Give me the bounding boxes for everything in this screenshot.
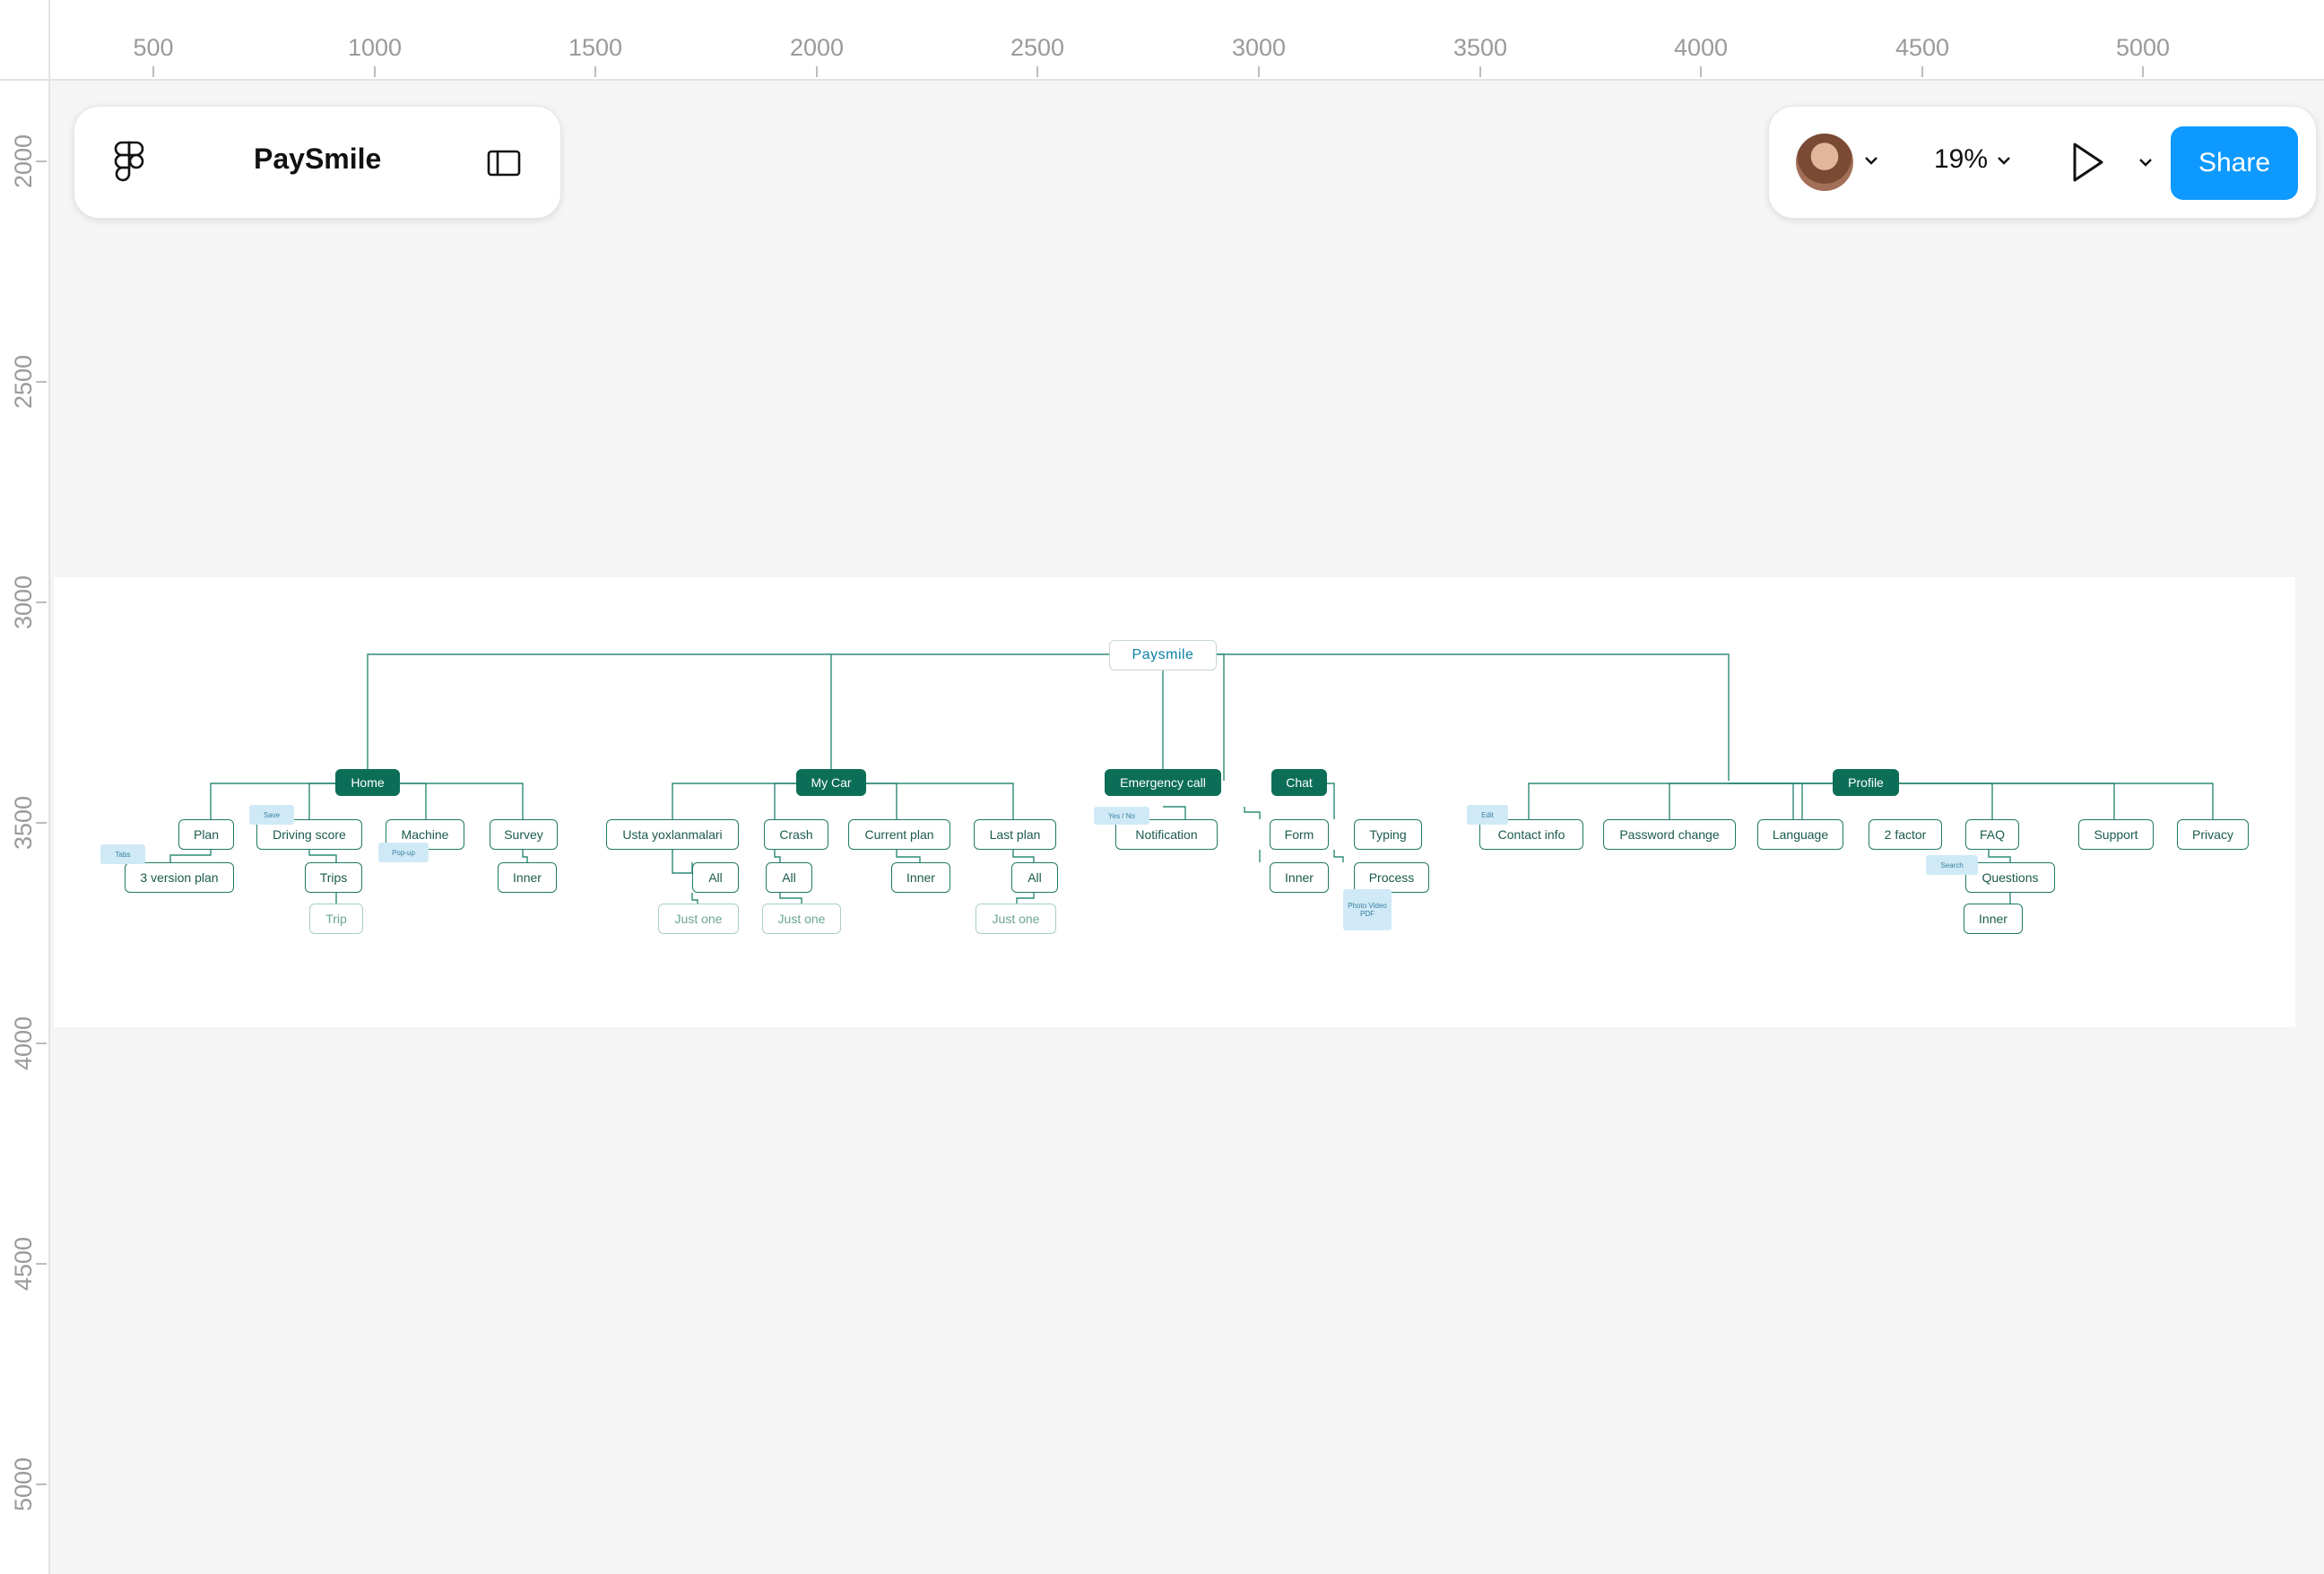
- node-2-factor[interactable]: 2 factor: [1869, 819, 1942, 850]
- ruler-tick: 4500: [1873, 34, 1972, 77]
- node-3-version-plan[interactable]: 3 version plan: [125, 862, 234, 893]
- zoom-level[interactable]: 19%: [1934, 144, 1988, 175]
- node-last-plan[interactable]: Last plan: [974, 819, 1056, 850]
- node-survey-inner[interactable]: Inner: [498, 862, 557, 893]
- node-usta-yoxlanmalari[interactable]: Usta yoxlanmalari: [606, 819, 739, 850]
- note-edit[interactable]: Edit: [1467, 805, 1508, 825]
- node-language[interactable]: Language: [1757, 819, 1843, 850]
- node-crash-just-one[interactable]: Just one: [762, 904, 841, 934]
- node-survey[interactable]: Survey: [490, 819, 558, 850]
- vertical-ruler: 2000 2500 3000 3500 4000 4500 5000: [0, 0, 50, 1574]
- chevron-down-icon[interactable]: [2137, 153, 2155, 171]
- file-panel: PaySmile: [74, 106, 561, 219]
- ruler-corner: [0, 0, 50, 81]
- share-button[interactable]: Share: [2171, 126, 2298, 200]
- node-faq[interactable]: FAQ: [1965, 819, 2019, 850]
- note-yes-no[interactable]: Yes / No: [1094, 807, 1149, 825]
- node-trip[interactable]: Trip: [309, 904, 363, 934]
- section-profile[interactable]: Profile: [1833, 769, 1899, 796]
- node-privacy[interactable]: Privacy: [2177, 819, 2249, 850]
- file-title[interactable]: PaySmile: [254, 143, 381, 176]
- node-current-plan[interactable]: Current plan: [848, 819, 950, 850]
- horizontal-ruler: 500 1000 1500 2000 2500 3000 3500 4000 4…: [0, 0, 2324, 81]
- node-usta-all[interactable]: All: [692, 862, 739, 893]
- node-current-inner[interactable]: Inner: [891, 862, 950, 893]
- section-home[interactable]: Home: [335, 769, 400, 796]
- node-support[interactable]: Support: [2078, 819, 2154, 850]
- ruler-tick: 4000: [1652, 34, 1750, 77]
- section-chat[interactable]: Chat: [1271, 769, 1327, 796]
- section-emergency-call[interactable]: Emergency call: [1105, 769, 1221, 796]
- node-questions[interactable]: Questions: [1965, 862, 2055, 893]
- note-save[interactable]: Save: [249, 805, 294, 825]
- node-crash-all[interactable]: All: [766, 862, 812, 893]
- node-crash[interactable]: Crash: [764, 819, 828, 850]
- ruler-tick: 3000: [1210, 34, 1308, 77]
- section-my-car[interactable]: My Car: [796, 769, 866, 796]
- toolbar-panel: 19% Share: [1768, 106, 2317, 219]
- note-search[interactable]: Search: [1926, 855, 1978, 875]
- chevron-down-icon[interactable]: [1862, 151, 1880, 169]
- sidebar-toggle-icon[interactable]: [487, 150, 521, 177]
- play-icon[interactable]: [2070, 141, 2106, 184]
- node-trips[interactable]: Trips: [305, 862, 362, 893]
- sitemap-root[interactable]: Paysmile: [1109, 640, 1217, 670]
- node-last-all[interactable]: All: [1011, 862, 1058, 893]
- sitemap-frame[interactable]: Paysmile Home My Car Emergency call Chat…: [54, 577, 2295, 1027]
- avatar[interactable]: [1796, 134, 1853, 191]
- ruler-tick: 2500: [988, 34, 1087, 77]
- ruler-tick: 500: [104, 34, 203, 77]
- node-form[interactable]: Form: [1270, 819, 1329, 850]
- node-typing[interactable]: Typing: [1354, 819, 1422, 850]
- ruler-tick: 3500: [1431, 34, 1530, 77]
- ruler-tick: 1000: [325, 34, 424, 77]
- node-questions-inner[interactable]: Inner: [1964, 904, 2023, 934]
- note-media[interactable]: Photo Video PDF: [1343, 889, 1392, 930]
- ruler-tick: 5000: [2094, 34, 2192, 77]
- ruler-tick: 1500: [546, 34, 645, 77]
- node-plan[interactable]: Plan: [178, 819, 234, 850]
- ruler-tick: 2000: [767, 34, 866, 77]
- node-form-inner[interactable]: Inner: [1270, 862, 1329, 893]
- note-tabs[interactable]: Tabs: [100, 844, 145, 864]
- node-last-just-one[interactable]: Just one: [976, 904, 1056, 934]
- figma-icon[interactable]: [114, 141, 144, 184]
- node-password-change[interactable]: Password change: [1603, 819, 1736, 850]
- note-popup[interactable]: Pop-up: [378, 843, 429, 862]
- node-usta-just-one[interactable]: Just one: [658, 904, 739, 934]
- node-process[interactable]: Process: [1354, 862, 1429, 893]
- chevron-down-icon[interactable]: [1995, 151, 2013, 169]
